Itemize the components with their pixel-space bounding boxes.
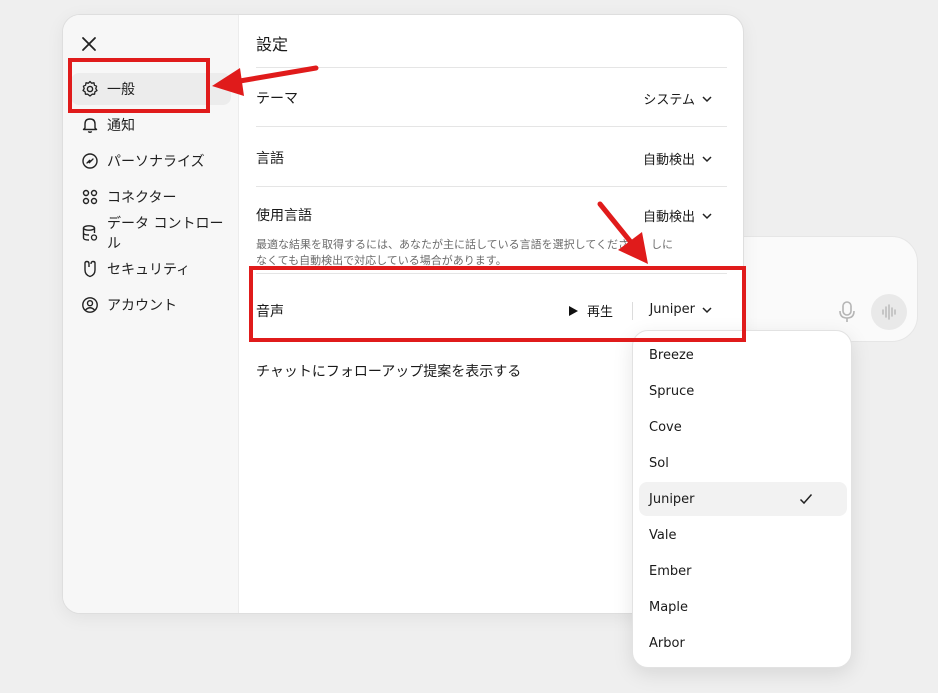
option-label: Arbor [649,635,685,651]
sidebar-item-personalize[interactable]: パーソナライズ [71,145,231,177]
chevron-down-icon [702,212,712,219]
close-button[interactable] [79,34,99,54]
voice-option-maple[interactable]: Maple [639,590,847,624]
followup-label: チャットにフォローアップ提案を表示する [256,364,522,380]
database-icon [82,225,98,241]
personalize-icon [82,153,98,169]
connector-icon [82,189,98,205]
option-label: Juniper [649,491,695,507]
waveform-icon [882,304,896,320]
checkmark-icon [799,494,813,505]
voice-option-juniper[interactable]: Juniper [639,482,847,516]
option-label: Maple [649,599,689,615]
voice-dropdown-menu: Breeze Spruce Cove Sol Juniper Vale Embe… [632,330,852,668]
page-title: 設定 [256,35,289,54]
option-label: Ember [649,563,692,579]
option-label: Sol [649,455,669,471]
theme-value: システム [643,93,695,108]
sidebar-item-label: セキュリティ [107,262,191,278]
chevron-down-icon [702,95,712,102]
option-label: Cove [649,419,682,435]
voice-option-spruce[interactable]: Spruce [639,374,847,408]
shield-icon [84,260,96,278]
theme-select[interactable]: システム [643,89,713,108]
voice-option-ember[interactable]: Ember [639,554,847,588]
sidebar-item-label: データ コントロール [107,216,224,252]
sidebar-item-data-controls[interactable]: データ コントロール [71,216,231,252]
annotation-box-voice [249,266,746,342]
theme-label: テーマ [256,91,298,107]
spoken-language-description: 最適な結果を取得するには、あなたが主に話している言語を選択してください。しになく… [256,238,674,267]
divider [256,67,727,68]
sidebar-item-label: アカウント [107,298,177,314]
spoken-language-select[interactable]: 自動検出 [643,206,713,225]
voice-mode-button[interactable] [871,294,907,330]
close-icon [82,37,96,51]
language-label: 言語 [256,151,284,167]
sidebar-item-label: 通知 [107,118,135,134]
user-circle-icon [82,297,98,313]
spoken-language-value: 自動検出 [642,210,695,225]
sidebar-item-account[interactable]: アカウント [71,289,231,321]
divider [256,126,727,127]
voice-option-arbor[interactable]: Arbor [639,626,847,660]
voice-option-cove[interactable]: Cove [639,410,847,444]
microphone-icon[interactable] [838,300,856,324]
option-label: Spruce [649,383,695,399]
bell-icon [82,118,98,133]
voice-option-sol[interactable]: Sol [639,446,847,480]
voice-option-vale[interactable]: Vale [639,518,847,552]
sidebar-item-label: パーソナライズ [107,154,205,170]
sidebar-item-security[interactable]: セキュリティ [71,253,231,285]
option-label: Vale [649,527,677,543]
sidebar-item-connectors[interactable]: コネクター [71,181,231,213]
voice-option-breeze[interactable]: Breeze [639,338,847,372]
divider [256,186,727,187]
chevron-down-icon [702,155,712,162]
language-value: 自動検出 [642,153,695,168]
option-label: Breeze [649,347,694,363]
sidebar-item-label: コネクター [107,190,177,206]
spoken-language-label: 使用言語 [256,208,312,224]
language-select[interactable]: 自動検出 [643,149,713,168]
annotation-box-general [68,58,210,113]
sidebar-item-notifications[interactable]: 通知 [71,109,231,141]
